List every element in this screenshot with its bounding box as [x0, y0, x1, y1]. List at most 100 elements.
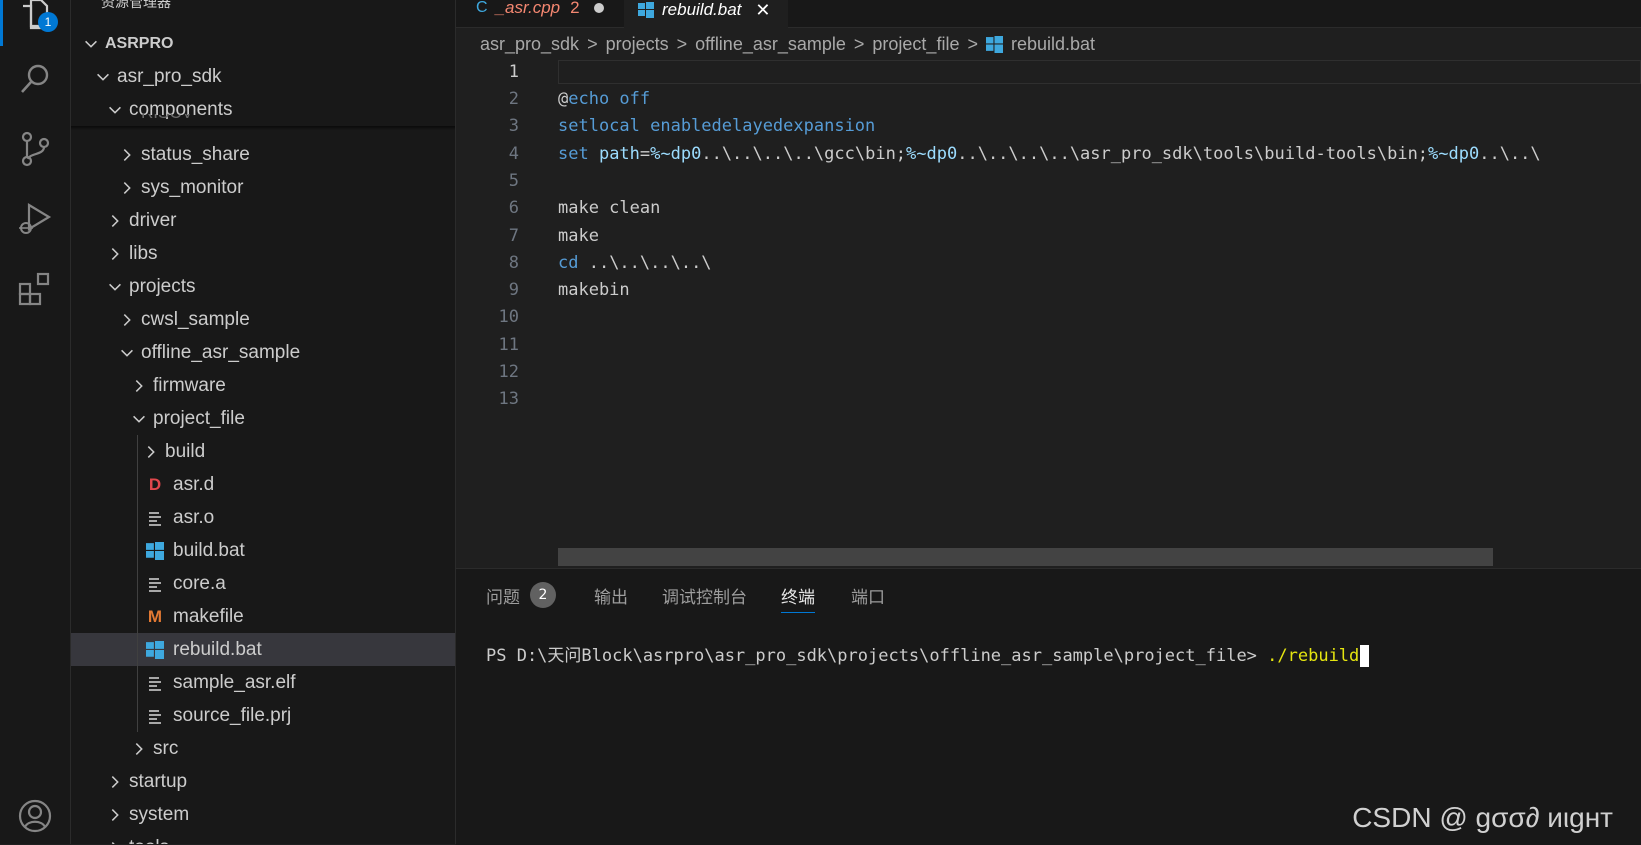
chevron-right-icon — [141, 442, 161, 462]
tab-problems[interactable]: 问题 2 — [486, 582, 556, 608]
breadcrumb-item[interactable]: projects — [606, 34, 669, 55]
tree-item-label: asr_pro_sdk — [117, 65, 222, 87]
code-line[interactable]: 12 — [456, 358, 1641, 386]
folder-row[interactable]: system — [71, 798, 455, 831]
account-icon[interactable] — [14, 795, 56, 837]
tab-label: _asr.cpp — [495, 0, 561, 17]
run-debug-icon[interactable] — [14, 198, 56, 240]
code-line[interactable]: 8 cd ..\..\..\..\ — [456, 249, 1641, 277]
folder-row[interactable]: cwsl_sample — [71, 303, 455, 336]
folder-row[interactable]: tools — [71, 831, 455, 844]
folder-row[interactable]: offline_asr_sample — [71, 336, 455, 369]
file-row[interactable]: sample_asr.elf — [71, 666, 455, 699]
code-line[interactable]: 6 make clean — [456, 194, 1641, 222]
partial-row-label: RISCV — [141, 114, 193, 123]
cpp-file-icon: C — [476, 0, 488, 16]
code-text: cd ..\..\..\..\ — [558, 253, 712, 273]
folder-row[interactable]: ASRPRO — [71, 27, 455, 60]
tab-debug-console[interactable]: 调试控制台 — [662, 583, 747, 608]
tree-item-label: src — [153, 737, 179, 759]
file-row[interactable]: Dasr.d — [71, 468, 455, 501]
line-number: 4 — [508, 143, 519, 164]
breadcrumb-item[interactable]: asr_pro_sdk — [480, 34, 579, 55]
text-file-icon — [145, 508, 165, 528]
tree-item-label: startup — [129, 770, 188, 792]
tab-output[interactable]: 输出 — [594, 583, 628, 608]
tab-terminal[interactable]: 终端 — [781, 583, 815, 613]
code-token: setlocal enabledelayedexpansion — [558, 116, 876, 137]
folder-row[interactable]: asr_pro_sdk — [71, 60, 455, 93]
folder-row[interactable]: project_file — [71, 402, 455, 435]
breadcrumb-item[interactable]: project_file — [872, 34, 959, 55]
file-row[interactable]: asr.o — [71, 501, 455, 534]
folder-row[interactable]: status_share — [71, 138, 455, 171]
code-line[interactable]: 3 setlocal enabledelayedexpansion — [456, 112, 1641, 140]
chevron-down-icon — [105, 277, 125, 297]
chevron-right-icon — [105, 244, 125, 264]
folder-row[interactable]: projects — [71, 270, 455, 303]
folder-row[interactable]: startup — [71, 765, 455, 798]
code-token: cd — [558, 252, 579, 273]
file-row[interactable]: build.bat — [71, 534, 455, 567]
indent-guide — [137, 435, 138, 732]
code-token: ..\..\ — [1479, 143, 1541, 164]
code-line[interactable]: 7 make — [456, 222, 1641, 250]
tab-ports[interactable]: 端口 — [851, 583, 885, 608]
tree-item-label: build.bat — [173, 539, 245, 561]
chevron-right-icon — [129, 376, 149, 396]
code-line[interactable]: 11 — [456, 331, 1641, 359]
folder-row[interactable]: src — [71, 732, 455, 765]
code-editor[interactable]: 1 2 @echo off 3 setlocal enabledelayedexpans… — [456, 58, 1641, 568]
tab-rebuild-bat[interactable]: rebuild.bat ✕ — [624, 0, 788, 28]
code-token: @ — [558, 89, 569, 109]
problems-count-badge: 2 — [530, 582, 556, 608]
code-line[interactable]: 9 makebin — [456, 276, 1641, 304]
code-text: @echo off — [558, 89, 650, 109]
search-icon[interactable] — [14, 58, 56, 100]
source-control-icon[interactable] — [14, 128, 56, 170]
file-row[interactable]: core.a — [71, 567, 455, 600]
activity-bar: 1 — [0, 0, 71, 844]
tree-item-label: cwsl_sample — [141, 308, 250, 330]
text-file-icon — [145, 673, 165, 693]
windows-bat-icon — [145, 541, 165, 561]
active-indicator — [0, 0, 3, 46]
code-line[interactable]: 10 — [456, 303, 1641, 331]
horizontal-scrollbar[interactable] — [558, 548, 1493, 566]
folder-row[interactable]: build — [71, 435, 455, 468]
code-line[interactable]: 1 — [456, 58, 1641, 86]
folder-row[interactable]: driver — [71, 204, 455, 237]
tab-problem-count: 2 — [570, 0, 580, 17]
code-line[interactable]: 13 — [456, 385, 1641, 413]
file-row[interactable]: Mmakefile — [71, 600, 455, 633]
chevron-right-icon — [105, 772, 125, 792]
modified-dot-icon[interactable] — [593, 3, 604, 13]
tab-asr-cpp[interactable]: C _asr.cpp 2 — [456, 0, 644, 26]
line-number: 10 — [498, 307, 519, 328]
folder-row[interactable]: firmware — [71, 369, 455, 402]
close-icon[interactable]: ✕ — [755, 0, 770, 21]
tree-item-label: sys_monitor — [141, 176, 244, 198]
text-file-icon — [145, 706, 165, 726]
folder-row[interactable]: sys_monitor — [71, 171, 455, 204]
code-token: ..\..\..\..\ — [578, 252, 712, 273]
code-token: %~dp0 — [1428, 143, 1480, 164]
code-line[interactable]: 4 set path=%~dp0..\..\..\..\gcc\bin;%~dp0… — [456, 140, 1641, 168]
chevron-right-icon — [105, 838, 125, 844]
breadcrumb-item[interactable]: offline_asr_sample — [695, 34, 846, 55]
file-row[interactable]: source_file.prj — [71, 699, 455, 732]
terminal-line[interactable]: PS D:\天问Block\asrpro\asr_pro_sdk\project… — [486, 641, 1370, 667]
code-line[interactable]: 5 — [456, 167, 1641, 195]
file-row[interactable]: rebuild.bat — [71, 633, 455, 666]
code-token: ..\..\..\..\asr_pro_sdk\tools\build-tool… — [957, 143, 1429, 164]
chevron-right-icon — [117, 310, 137, 330]
breadcrumb: asr_pro_sdk > projects > offline_asr_sam… — [480, 30, 1095, 58]
breadcrumb-item[interactable]: rebuild.bat — [1011, 34, 1095, 55]
terminal-cursor — [1360, 645, 1370, 667]
code-line[interactable]: 2 @echo off — [456, 85, 1641, 113]
extensions-icon[interactable] — [14, 268, 56, 310]
code-text: makebin — [558, 280, 630, 300]
more-actions-button[interactable]: ··· — [411, 0, 433, 10]
folder-row[interactable]: libs — [71, 237, 455, 270]
line-number: 2 — [508, 89, 519, 109]
